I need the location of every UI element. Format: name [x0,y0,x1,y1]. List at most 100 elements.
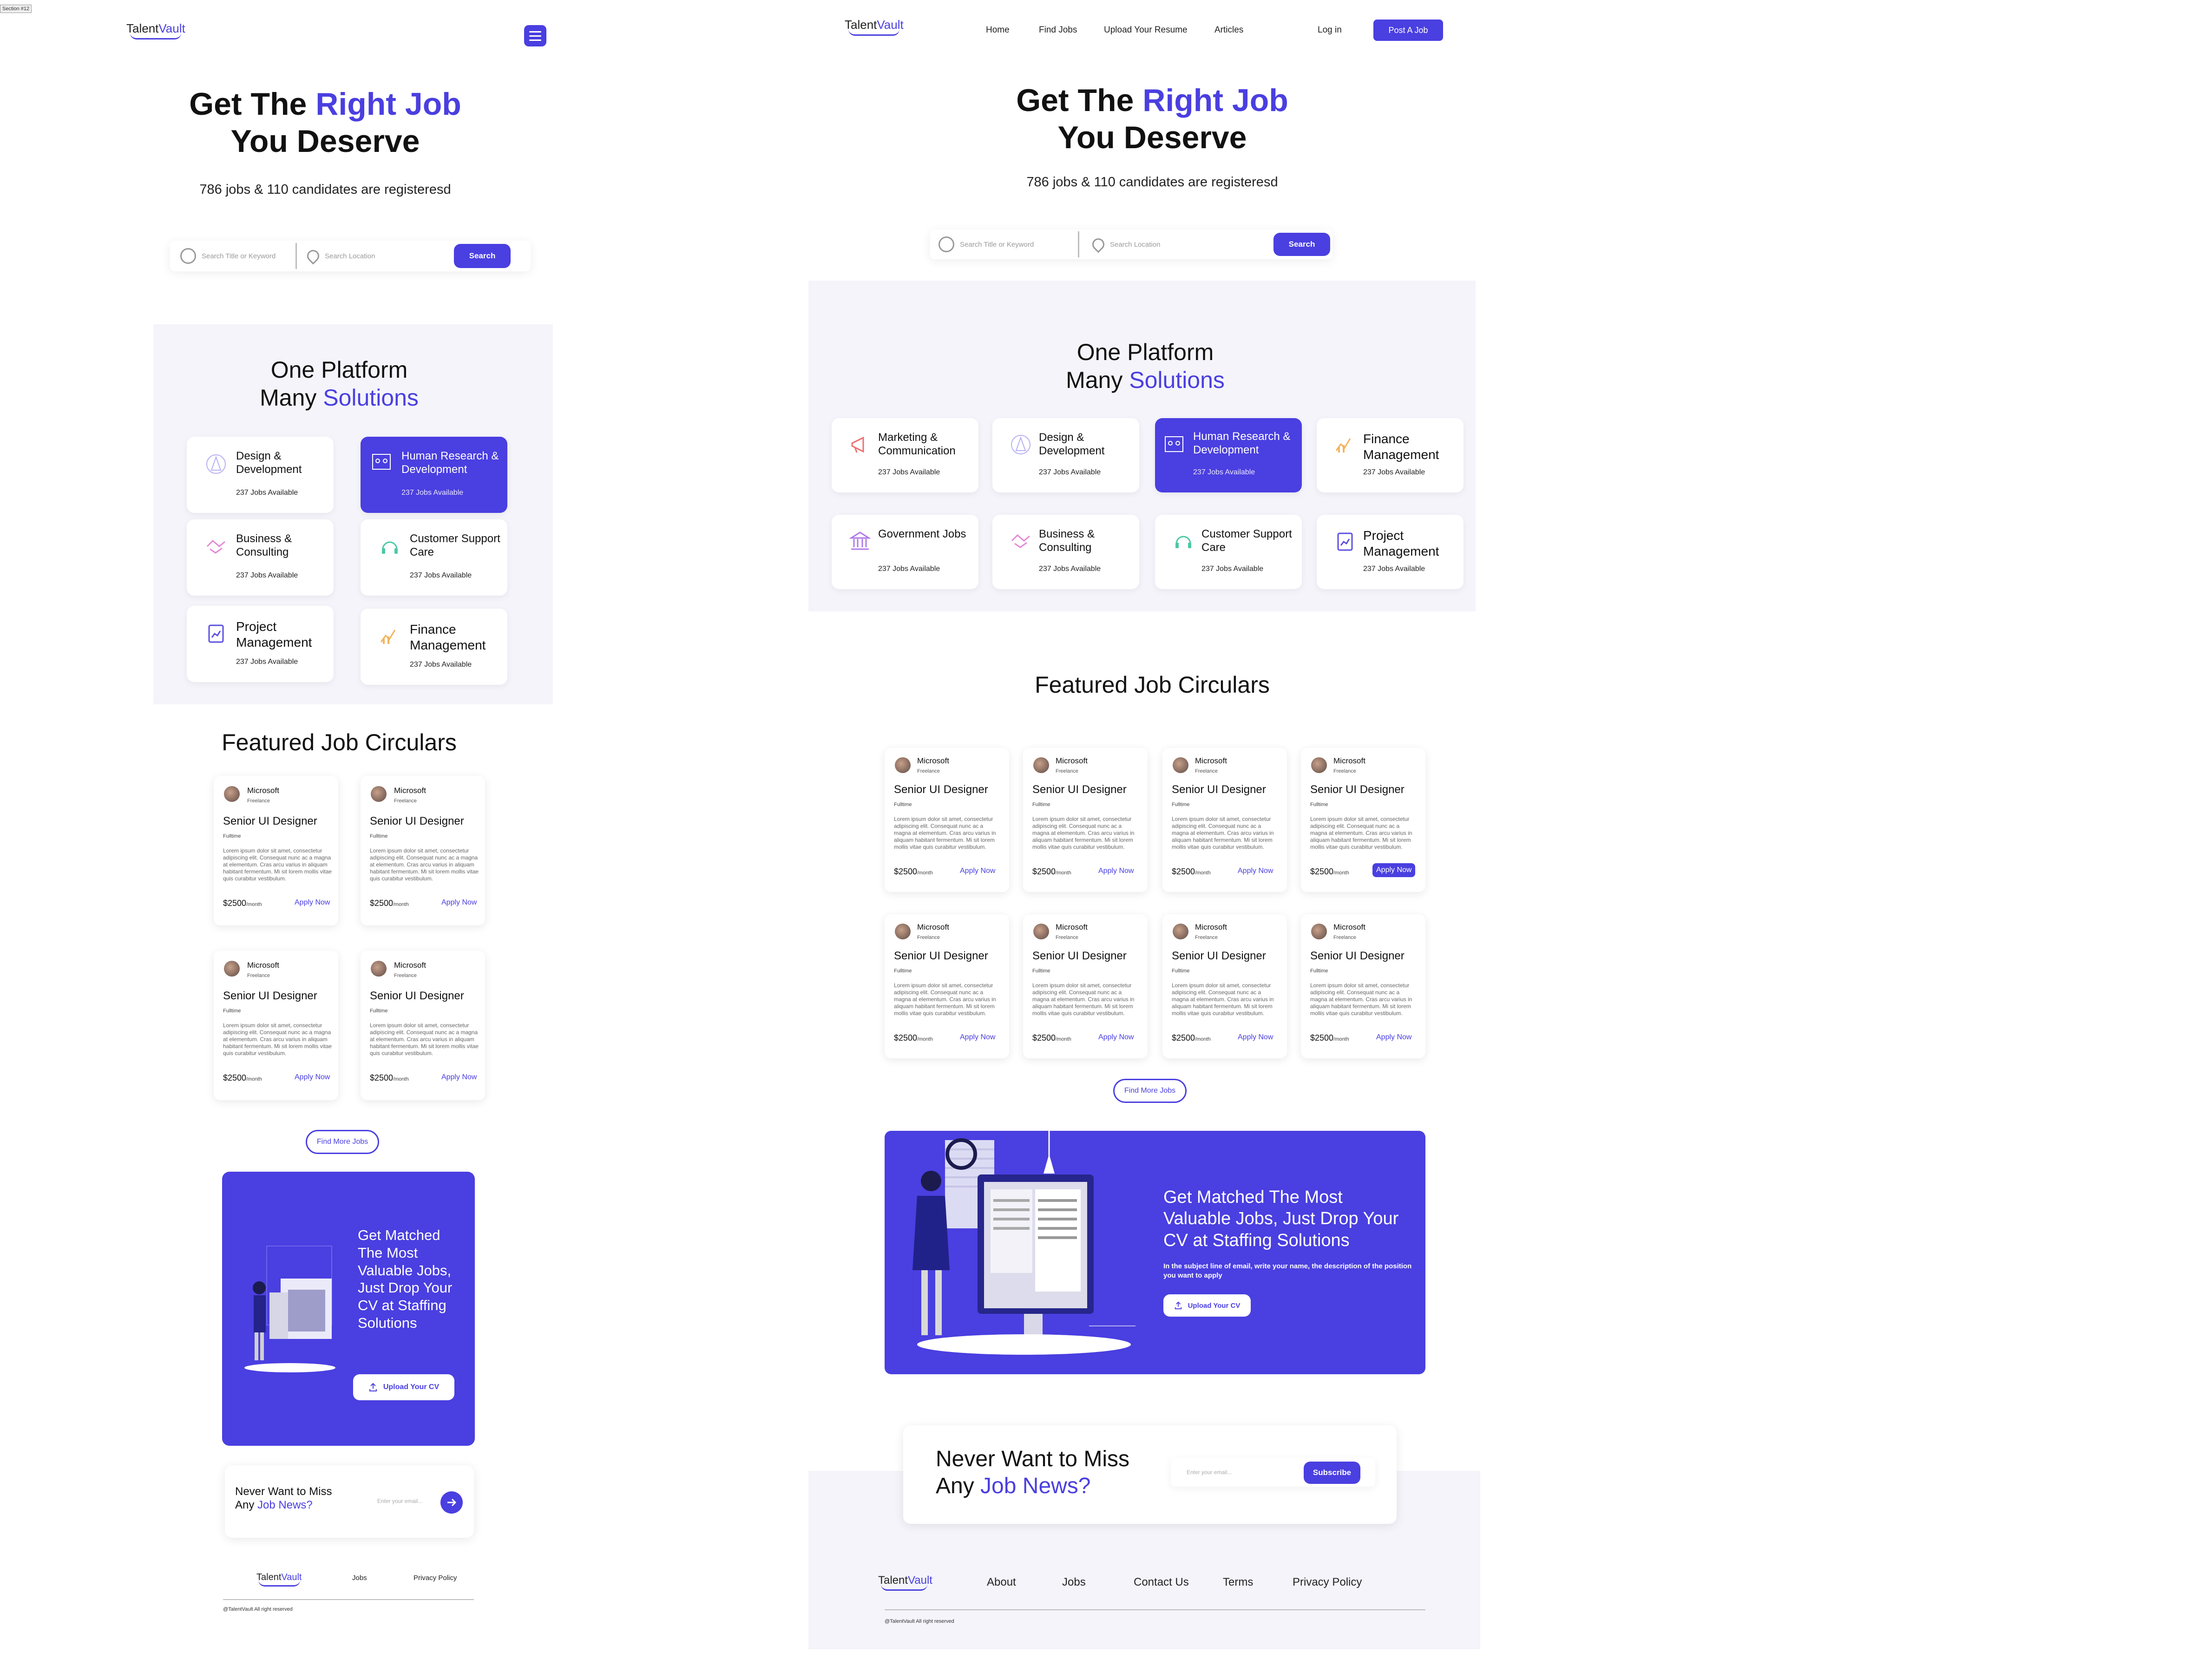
apply-now-button[interactable]: Apply Now [1095,1030,1137,1044]
desktop-search-button[interactable]: Search [1273,233,1330,256]
mobile-upload-cv-button[interactable]: Upload Your CV [353,1374,454,1400]
desktop-logo[interactable]: TalentVault [845,18,904,36]
job-card[interactable]: Microsoft Freelance Senior UI Designer F… [1162,914,1287,1058]
category-card-support[interactable]: Customer Support Care 237 Jobs Available [361,519,507,596]
handshake-icon [1011,534,1030,548]
category-card-business[interactable]: Business & Consulting 237 Jobs Available [992,515,1139,589]
desktop-hero-subtitle: 786 jobs & 110 candidates are registeres… [1026,175,1278,190]
mobile-keyword-input[interactable]: Search Title or Keyword [170,248,295,264]
logo-text-second: Vault [908,1574,932,1587]
mobile-find-more-jobs-button[interactable]: Find More Jobs [306,1130,379,1154]
category-card-design[interactable]: Design & Development 237 Jobs Available [992,418,1139,492]
mobile-location-input[interactable]: Search Location [297,247,450,265]
apply-now-button[interactable]: Apply Now [291,1070,334,1084]
category-card-support[interactable]: Customer Support Care 237 Jobs Available [1155,515,1302,589]
apply-now-button[interactable]: Apply Now [291,896,334,910]
logo-text-first: Talent [878,1574,908,1587]
mobile-logo[interactable]: TalentVault [126,21,185,39]
category-card-hr[interactable]: Human Research & Development 237 Jobs Av… [1155,418,1302,492]
company-avatar [371,786,387,802]
company-avatar [1033,924,1049,939]
nav-home[interactable]: Home [986,25,1010,35]
salary-value: $2500 [223,899,247,908]
job-company: Microsoft [394,961,426,970]
desktop-footer-logo[interactable]: TalentVault [878,1574,932,1591]
platform-title-accent: Solutions [323,385,419,411]
category-card-hr[interactable]: Human Research & Development 237 Jobs Av… [361,437,507,513]
category-card-finance[interactable]: Finance Management 237 Jobs Available [1317,418,1464,492]
apply-now-button[interactable]: Apply Now [956,864,999,878]
desktop-find-more-jobs-button[interactable]: Find More Jobs [1113,1079,1187,1103]
category-card-project[interactable]: Project Management 237 Jobs Available [187,606,334,682]
salary-period: /month [246,1076,262,1082]
apply-now-button[interactable]: Apply Now [1095,864,1137,878]
apply-now-button[interactable]: Apply Now [438,1070,480,1084]
desktop-cv-title: Get Matched The Most Valuable Jobs, Just… [1163,1187,1399,1250]
mobile-platform-title: One Platform Many Solutions [153,356,525,412]
subscribe-button[interactable]: Subscribe [1304,1462,1360,1484]
category-card-project[interactable]: Project Management 237 Jobs Available [1317,515,1464,589]
category-card-government[interactable]: Government Jobs 237 Jobs Available [832,515,978,589]
job-company: Microsoft [247,961,279,970]
desktop-upload-cv-button[interactable]: Upload Your CV [1163,1294,1251,1317]
job-card[interactable]: Microsoft Freelance Senior UI Designer F… [885,914,1009,1058]
job-card[interactable]: Microsoft Freelance Senior UI Designer F… [361,776,485,925]
job-salary: $2500/month [370,899,409,908]
hero-title-pre: Get The [189,86,316,122]
apply-now-button[interactable]: Apply Now [438,896,480,910]
job-card[interactable]: Microsoft Freelance Senior UI Designer F… [1023,914,1148,1058]
hamburger-menu-button[interactable] [524,25,546,46]
category-card-marketing[interactable]: Marketing & Communication 237 Jobs Avail… [832,418,978,492]
job-card[interactable]: Microsoft Freelance Senior UI Designer F… [1301,914,1425,1058]
category-card-design[interactable]: Design & Development 237 Jobs Available [187,437,334,513]
salary-period: /month [1333,1036,1349,1042]
category-card-business[interactable]: Business & Consulting 237 Jobs Available [187,519,334,596]
category-card-finance[interactable]: Finance Management 237 Jobs Available [361,609,507,685]
platform-title-line1: One Platform [1076,339,1214,365]
job-card[interactable]: Microsoft Freelance Senior UI Designer F… [1301,748,1425,892]
category-count: 237 Jobs Available [1363,468,1425,476]
job-card[interactable]: Microsoft Freelance Senior UI Designer F… [1023,748,1148,892]
job-company: Microsoft [1056,923,1088,931]
job-card[interactable]: Microsoft Freelance Senior UI Designer F… [1162,748,1287,892]
apply-now-button[interactable]: Apply Now [1372,863,1416,877]
mobile-search-button[interactable]: Search [454,244,511,268]
job-card[interactable]: Microsoft Freelance Senior UI Designer F… [214,951,338,1100]
job-card[interactable]: Microsoft Freelance Senior UI Designer F… [214,776,338,925]
logo-text-second: Vault [877,18,904,32]
mobile-subscribe-arrow-button[interactable] [440,1491,463,1514]
apply-now-button[interactable]: Apply Now [1234,864,1277,878]
job-card[interactable]: Microsoft Freelance Senior UI Designer F… [361,951,485,1100]
category-count: 237 Jobs Available [1201,565,1264,573]
job-time: Fulltime [223,833,241,839]
mobile-footer-link-jobs[interactable]: Jobs [352,1574,367,1582]
headset-icon [1175,536,1191,548]
salary-value: $2500 [223,1073,247,1082]
apply-now-button[interactable]: Apply Now [1234,1030,1277,1044]
mobile-copyright: @TalentVault All right reserved [223,1607,293,1612]
job-card[interactable]: Microsoft Freelance Senior UI Designer F… [885,748,1009,892]
footer-link-jobs[interactable]: Jobs [1062,1576,1086,1589]
job-title: Senior UI Designer [223,990,317,1002]
apply-now-button[interactable]: Apply Now [956,1030,999,1044]
mobile-footer-logo[interactable]: TalentVault [256,1572,302,1587]
footer-link-contact[interactable]: Contact Us [1134,1576,1189,1589]
search-icon [180,248,196,264]
mobile-footer-link-privacy[interactable]: Privacy Policy [414,1574,457,1582]
footer-link-privacy[interactable]: Privacy Policy [1293,1576,1362,1589]
desktop-keyword-input[interactable]: Search Title or Keyword [930,236,1078,252]
job-time: Fulltime [1172,968,1190,974]
nav-upload-resume[interactable]: Upload Your Resume [1104,25,1188,35]
nav-find-jobs[interactable]: Find Jobs [1039,25,1077,35]
footer-link-about[interactable]: About [987,1576,1016,1589]
desktop-location-input[interactable]: Search Location [1079,236,1273,253]
job-salary: $2500/month [1172,1033,1211,1043]
apply-now-button[interactable]: Apply Now [1372,1030,1415,1044]
job-type: Freelance [247,798,270,804]
desktop-newsletter-card: Never Want to Miss Any Job News? Enter y… [903,1425,1397,1524]
nav-articles[interactable]: Articles [1214,25,1243,35]
post-job-button[interactable]: Post A Job [1373,20,1443,41]
login-link[interactable]: Log in [1318,25,1342,35]
hero-title-accent: Right Job [1142,83,1288,118]
footer-link-terms[interactable]: Terms [1223,1576,1253,1589]
